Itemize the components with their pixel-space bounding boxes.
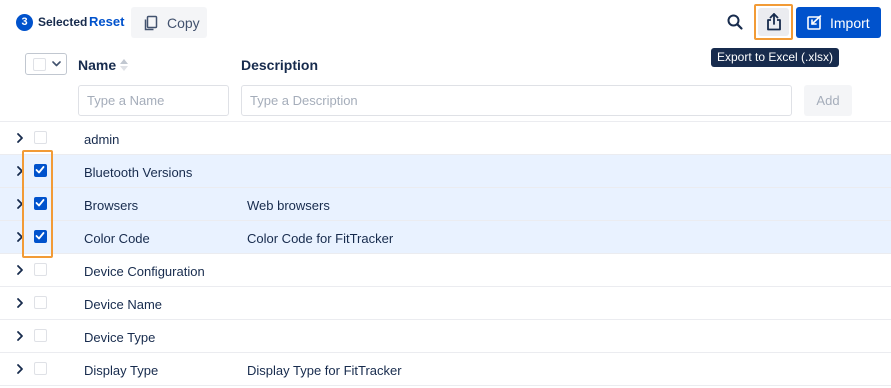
table-row[interactable]: Browsers Web browsers	[0, 188, 891, 221]
row-checkbox[interactable]	[34, 329, 47, 342]
import-label: Import	[830, 14, 870, 31]
row-description: Color Code for FitTracker	[247, 231, 394, 246]
table-body: admin Bluetooth Versions Browsers Web br…	[0, 122, 891, 386]
table-row[interactable]: admin	[0, 122, 891, 155]
copy-label: Copy	[167, 14, 200, 31]
select-all-dropdown[interactable]	[25, 53, 67, 75]
row-name: admin	[84, 132, 120, 147]
column-header-description: Description	[241, 57, 319, 73]
chevron-right-icon[interactable]	[15, 297, 25, 309]
search-icon[interactable]	[726, 13, 744, 31]
column-header-name[interactable]: Name	[78, 57, 129, 73]
table-row[interactable]: Bluetooth Versions	[0, 155, 891, 188]
checkmark-icon	[35, 199, 45, 207]
row-name: Browsers	[84, 198, 139, 213]
select-all-checkbox[interactable]	[33, 57, 46, 71]
export-button-inner	[758, 8, 789, 36]
chevron-right-icon[interactable]	[15, 363, 25, 375]
row-description: Web browsers	[247, 198, 330, 213]
row-name: Device Configuration	[84, 264, 205, 279]
chevron-right-icon[interactable]	[15, 198, 25, 210]
row-checkbox[interactable]	[34, 131, 47, 144]
table-row[interactable]: Device Configuration	[0, 254, 891, 287]
add-button[interactable]: Add	[804, 85, 852, 116]
import-icon	[807, 15, 822, 30]
chevron-right-icon[interactable]	[15, 231, 25, 243]
chevron-down-icon	[52, 61, 61, 67]
chevron-right-icon[interactable]	[15, 264, 25, 276]
selected-count-badge: 3	[16, 14, 33, 31]
selected-label: Selected	[38, 15, 88, 29]
sort-icon[interactable]	[119, 58, 129, 72]
copy-icon	[144, 15, 158, 30]
filter-row: Add	[0, 81, 891, 122]
export-button[interactable]	[754, 4, 793, 40]
column-name-label: Name	[78, 57, 117, 73]
row-name: Device Name	[84, 297, 163, 312]
checkmark-icon	[35, 166, 45, 174]
share-export-icon	[766, 13, 781, 31]
name-filter-input[interactable]	[78, 85, 229, 116]
table-row[interactable]: Device Type	[0, 320, 891, 353]
row-description: Display Type for FitTracker	[247, 363, 402, 378]
row-name: Bluetooth Versions	[84, 165, 193, 180]
row-checkbox[interactable]	[34, 197, 47, 210]
chevron-right-icon[interactable]	[15, 165, 25, 177]
row-checkbox[interactable]	[34, 230, 47, 243]
row-checkbox[interactable]	[34, 263, 47, 276]
row-name: Device Type	[84, 330, 156, 345]
copy-button[interactable]: Copy	[131, 7, 207, 38]
description-filter-input[interactable]	[241, 85, 792, 116]
import-button[interactable]: Import	[796, 7, 881, 38]
table-row[interactable]: Device Name	[0, 287, 891, 320]
row-checkbox[interactable]	[34, 362, 47, 375]
chevron-right-icon[interactable]	[15, 330, 25, 342]
table-header: Name Description	[0, 46, 891, 81]
table-row[interactable]: Display Type Display Type for FitTracker	[0, 353, 891, 386]
row-name: Color Code	[84, 231, 150, 246]
row-checkbox[interactable]	[34, 164, 47, 177]
toolbar: 3 Selected Reset Copy Import Export to E…	[0, 0, 891, 67]
row-checkbox[interactable]	[34, 296, 47, 309]
row-name: Display Type	[84, 363, 159, 378]
reset-link[interactable]: Reset	[89, 14, 124, 29]
checkmark-icon	[35, 232, 45, 240]
table-row[interactable]: Color Code Color Code for FitTracker	[0, 221, 891, 254]
chevron-right-icon[interactable]	[15, 132, 25, 144]
